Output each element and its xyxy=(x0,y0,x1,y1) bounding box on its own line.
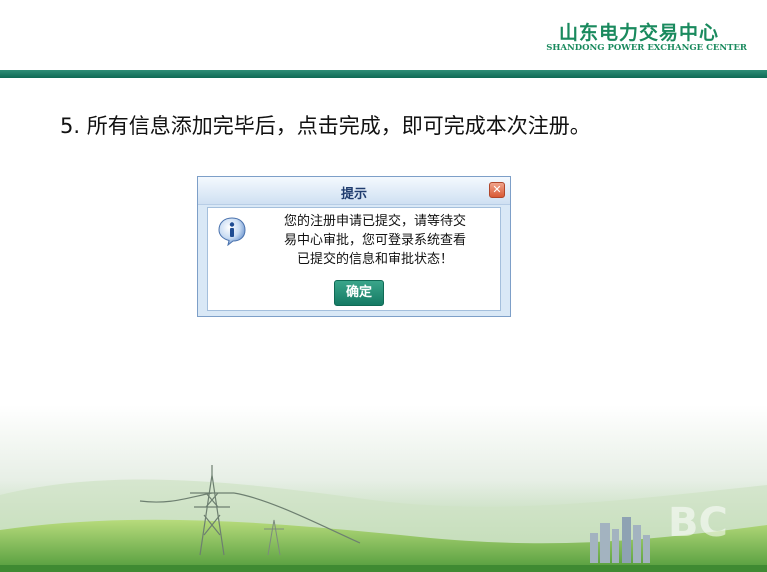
dialog-title: 提示 xyxy=(340,187,367,202)
logo-english: SHANDONG POWER EXCHANGE CENTER xyxy=(546,43,747,53)
dialog-message: 您的注册申请已提交，请等待交 易中心审批，您可登录系统查看 已提交的信息和审批状… xyxy=(261,212,489,269)
message-line: 已提交的信息和审批状态！ xyxy=(296,252,453,267)
message-line: 易中心审批，您可登录系统查看 xyxy=(283,233,466,248)
instruction-text: 5. 所有信息添加完毕后，点击完成，即可完成本次注册。 xyxy=(60,114,591,138)
alert-dialog: 提示 ✕ 您的注册申请已提交，请等待交 易中心审批，您可登录系统查看 已提交的信… xyxy=(197,176,511,317)
header: 山东电力交易中心 SHANDONG POWER EXCHANGE CENTER xyxy=(0,0,767,70)
header-band xyxy=(0,70,767,78)
logo-chinese: 山东电力交易中心 xyxy=(558,22,719,44)
dialog-title-bar: 提示 ✕ xyxy=(198,177,510,205)
close-button[interactable]: ✕ xyxy=(489,182,505,198)
close-icon: ✕ xyxy=(492,183,502,196)
message-line: 您的注册申请已提交，请等待交 xyxy=(283,214,466,229)
watermark-logo: BC xyxy=(668,500,728,546)
dialog-body: 您的注册申请已提交，请等待交 易中心审批，您可登录系统查看 已提交的信息和审批状… xyxy=(207,207,501,311)
ok-button[interactable]: 确定 xyxy=(334,280,384,306)
info-icon xyxy=(218,217,246,246)
footer-landscape xyxy=(0,405,767,572)
